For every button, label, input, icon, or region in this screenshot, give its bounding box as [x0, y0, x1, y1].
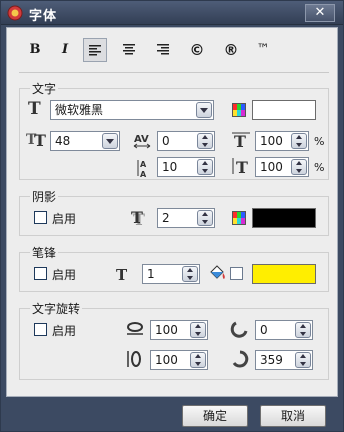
font-size-icon-large: T: [34, 131, 46, 150]
stroke-width-input[interactable]: 1: [142, 264, 200, 284]
spinner-icon[interactable]: [295, 352, 311, 368]
spinner-icon[interactable]: [291, 133, 307, 149]
spinner-icon[interactable]: [190, 352, 206, 368]
stroke-color-swatch[interactable]: [252, 264, 316, 284]
line-spacing-value: 10: [162, 160, 178, 174]
font-family-select[interactable]: 微软雅黑: [50, 100, 214, 120]
trademark-icon[interactable]: ™: [251, 38, 275, 62]
width-scale-icon: T: [232, 132, 250, 150]
stroke-icon: T: [116, 266, 128, 284]
bold-icon[interactable]: B: [23, 38, 47, 62]
stroke-color-checkbox[interactable]: [230, 267, 243, 280]
spinner-icon[interactable]: [190, 322, 206, 338]
ok-button[interactable]: 确定: [182, 405, 248, 427]
italic-icon[interactable]: I: [53, 38, 77, 62]
line-spacing-input[interactable]: 10: [157, 157, 215, 177]
stroke-enable-label: 启用: [52, 268, 77, 282]
shadow-group-label: 阴影: [30, 188, 59, 205]
shadow-enable-label: 启用: [52, 212, 77, 226]
rotate-height-icon: [127, 351, 141, 367]
align-left-icon[interactable]: [83, 38, 107, 62]
registered-icon[interactable]: ®: [219, 38, 243, 62]
shadow-group: 阴影 启用 T T 2: [19, 188, 329, 236]
spinner-icon[interactable]: [182, 266, 198, 282]
line-spacing-icon: A A: [137, 160, 147, 178]
app-icon: [7, 5, 23, 21]
svg-text:A: A: [140, 160, 147, 169]
shadow-enable-checkbox[interactable]: [34, 211, 47, 224]
spinner-icon[interactable]: [295, 322, 311, 338]
char-spacing-icon: AV: [133, 134, 151, 149]
svg-text:T: T: [131, 208, 143, 227]
end-angle-icon: [232, 350, 249, 368]
percent-label: %: [314, 161, 325, 174]
font-size-select[interactable]: 48: [50, 131, 120, 151]
height-scale-icon: T: [232, 158, 248, 176]
stroke-group: 笔锋 启用 T 1: [19, 244, 329, 292]
rotate-height-input[interactable]: 100: [150, 350, 208, 370]
spinner-icon[interactable]: [197, 133, 213, 149]
font-dialog: 字体 ✕ B I © ® ™ 文字 T 微软雅黑 T T 48 AV 0 T 1…: [0, 0, 344, 432]
font-size-value: 48: [55, 134, 71, 148]
height-scale-input[interactable]: 100: [255, 157, 309, 177]
svg-text:T: T: [234, 132, 246, 150]
char-spacing-input[interactable]: 0: [157, 131, 215, 151]
spinner-icon[interactable]: [197, 210, 213, 226]
color-palette-icon[interactable]: [232, 103, 246, 117]
chevron-down-icon[interactable]: [102, 133, 118, 149]
spinner-icon[interactable]: [291, 159, 307, 175]
align-right-icon[interactable]: [151, 38, 175, 62]
end-angle-value: 359: [260, 353, 283, 367]
height-scale-value: 100: [260, 160, 283, 174]
text-group-label: 文字: [30, 80, 59, 97]
shadow-distance-value: 2: [162, 211, 170, 225]
close-icon[interactable]: ✕: [305, 4, 335, 22]
dialog-body: B I © ® ™ 文字 T 微软雅黑 T T 48 AV 0 T 100 % …: [6, 27, 338, 397]
copyright-icon[interactable]: ©: [185, 38, 209, 62]
start-angle-value: 0: [260, 323, 268, 337]
rotate-width-value: 100: [155, 323, 178, 337]
stroke-width-value: 1: [147, 267, 155, 281]
color-palette-icon[interactable]: [232, 211, 246, 225]
cancel-button[interactable]: 取消: [260, 405, 326, 427]
rotate-enable-checkbox[interactable]: [34, 323, 47, 336]
stroke-group-label: 笔锋: [30, 244, 59, 261]
text-color-swatch[interactable]: [252, 100, 316, 120]
rotate-group: 文字旋转 启用 100 0 100 359: [19, 300, 329, 380]
font-icon: T: [28, 99, 41, 119]
rotate-enable-label: 启用: [52, 324, 77, 338]
shadow-icon: T T: [131, 208, 145, 227]
width-scale-value: 100: [260, 134, 283, 148]
svg-text:T: T: [236, 158, 248, 176]
start-angle-icon: [230, 321, 248, 338]
font-family-value: 微软雅黑: [55, 103, 104, 117]
svg-text:A: A: [140, 170, 147, 178]
paint-bucket-icon[interactable]: [207, 263, 227, 283]
rotate-height-value: 100: [155, 353, 178, 367]
window-title: 字体: [29, 9, 58, 24]
text-group: 文字 T 微软雅黑 T T 48 AV 0 T 100 % A A 10 T 1…: [19, 80, 329, 180]
align-center-icon[interactable]: [117, 38, 141, 62]
rotate-width-input[interactable]: 100: [150, 320, 208, 340]
spinner-icon[interactable]: [197, 159, 213, 175]
percent-label: %: [314, 135, 325, 148]
rotate-group-label: 文字旋转: [30, 300, 83, 317]
end-angle-input[interactable]: 359: [255, 350, 313, 370]
stroke-enable-checkbox[interactable]: [34, 267, 47, 280]
char-spacing-value: 0: [162, 134, 170, 148]
shadow-distance-input[interactable]: 2: [157, 208, 215, 228]
rotate-width-icon: [127, 322, 143, 335]
title-bar[interactable]: 字体 ✕: [1, 1, 343, 25]
shadow-color-swatch[interactable]: [252, 208, 316, 228]
toolbar-divider: [19, 72, 329, 73]
chevron-down-icon[interactable]: [196, 102, 212, 118]
start-angle-input[interactable]: 0: [255, 320, 313, 340]
svg-text:AV: AV: [134, 134, 149, 145]
width-scale-input[interactable]: 100: [255, 131, 309, 151]
